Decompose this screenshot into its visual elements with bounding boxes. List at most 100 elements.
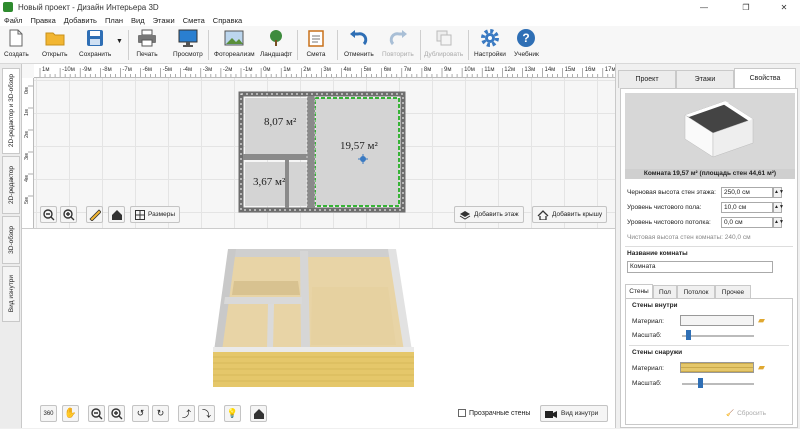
tilt-down-icon: ⤵ [201, 409, 211, 419]
properties-content: Комната 19,57 м² (площадь стен 44,61 м²)… [620, 88, 798, 428]
plan-grid[interactable]: 8,07 м² 19,57 м² 3,67 м² Размеры Добавит… [34, 78, 615, 228]
tab-2d-3d[interactable]: 2D-редактор и 3D-обзор [2, 68, 20, 154]
light-button[interactable]: 💡 [224, 405, 241, 422]
pan-button[interactable]: ✋ [62, 405, 79, 422]
tab-project[interactable]: Проект [618, 70, 676, 88]
inside-scale-slider[interactable] [682, 335, 754, 337]
divider [625, 246, 793, 247]
measure-button[interactable] [86, 206, 103, 223]
tab-properties[interactable]: Свойства [734, 68, 796, 88]
home-3d-button[interactable] [250, 405, 267, 422]
tab-floors[interactable]: Этажи [676, 70, 734, 88]
ruler-label: 7м [404, 67, 411, 73]
ceiling-level-stepper[interactable]: ▲▼ [773, 217, 784, 228]
zoom-in-3d-button[interactable] [108, 405, 125, 422]
broom-icon: 🧹 [726, 410, 735, 417]
save-button[interactable]: Сохранить [79, 28, 111, 62]
ruler-label: 3м [323, 67, 330, 73]
ruler-label: 1м [283, 67, 290, 73]
landscape-button[interactable]: Ландшафт [260, 28, 292, 62]
subtab-other[interactable]: Прочее [715, 285, 751, 298]
menu-help[interactable]: Справка [209, 16, 246, 25]
ruler-label: -2м [223, 67, 232, 73]
minimize-button[interactable]: — [690, 0, 718, 14]
menu-plan[interactable]: План [101, 16, 127, 25]
menu-floors[interactable]: Этажи [149, 16, 179, 25]
subtab-floor[interactable]: Пол [653, 285, 677, 298]
menu-edit[interactable]: Правка [26, 16, 59, 25]
estimate-button[interactable]: Смета [305, 28, 327, 62]
inside-view-button[interactable]: Вид изнутри [540, 405, 608, 422]
tilt-up-button[interactable]: ⤴ [178, 405, 195, 422]
menu-estimate[interactable]: Смета [179, 16, 209, 25]
menu-add[interactable]: Добавить [60, 16, 101, 25]
wall-height-input[interactable]: 250,0 см [721, 187, 773, 198]
home-button[interactable] [108, 206, 125, 223]
tab-3d-view[interactable]: 3D-обзор [2, 216, 20, 264]
folder-icon[interactable]: ▰ [758, 315, 765, 326]
outside-material-swatch[interactable] [680, 362, 754, 373]
vertical-ruler: 0м 1м 2м 3м 4м 5м [22, 78, 34, 228]
ceiling-level-input[interactable]: 0,0 см [721, 217, 773, 228]
reset-button[interactable]: 🧹 Сбросить [726, 409, 766, 418]
rotate-360-button[interactable]: 360 [40, 405, 57, 422]
undo-button[interactable]: Отменить [344, 28, 374, 62]
duplicate-button[interactable]: Дублировать [424, 28, 463, 62]
transparent-walls-option[interactable]: Прозрачные стены [458, 409, 530, 417]
zoom-in-icon [62, 208, 74, 220]
zoom-out-icon [90, 407, 102, 419]
toolbar-separator [297, 30, 298, 60]
menu-file[interactable]: Файл [0, 16, 26, 25]
help-question-icon: ? [515, 28, 537, 48]
maximize-button[interactable]: ❐ [732, 0, 760, 14]
open-button[interactable]: Открыть [42, 28, 68, 62]
outside-scale-thumb[interactable] [698, 378, 703, 388]
settings-button[interactable]: Настройки [474, 28, 506, 62]
layers-icon [459, 210, 471, 220]
menu-view[interactable]: Вид [127, 16, 149, 25]
folder-icon[interactable]: ▰ [758, 362, 765, 373]
wall-height-stepper[interactable]: ▲▼ [773, 187, 784, 198]
photorealism-button[interactable]: Фотореализм [214, 28, 255, 62]
subtab-ceiling[interactable]: Потолок [677, 285, 715, 298]
floor-level-input[interactable]: 10,0 см [721, 202, 773, 213]
rotate-right-button[interactable]: ↻ [152, 405, 169, 422]
zoom-in-button[interactable] [60, 206, 77, 223]
outside-scale-slider[interactable] [682, 383, 754, 385]
room-name-input[interactable]: Комната [627, 261, 773, 273]
redo-arrow-icon [387, 28, 409, 48]
zoom-out-icon [42, 208, 54, 220]
room-preview [625, 93, 795, 175]
walls-tab-content: Стены внутри Материал: ▰ Масштаб: Стены … [625, 298, 793, 425]
tab-2d-editor[interactable]: 2D-редактор [2, 156, 20, 214]
room-area-label: 3,67 м² [253, 176, 286, 188]
inside-scale-thumb[interactable] [686, 330, 691, 340]
zoom-out-button[interactable] [40, 206, 57, 223]
sizes-button[interactable]: Размеры [130, 206, 181, 223]
room-name-label: Название комнаты [627, 250, 688, 257]
transparent-walls-checkbox[interactable] [458, 409, 466, 417]
toolbar-separator [468, 30, 469, 60]
close-button[interactable]: ✕ [770, 0, 798, 14]
zoom-out-3d-button[interactable] [88, 405, 105, 422]
plan-editor[interactable]: 1м -10м -9м -8м -7м -6м -5м -4м -3м -2м -1м 0м 1м 2м 3… [22, 64, 615, 228]
add-floor-button[interactable]: Добавить этаж [454, 206, 524, 223]
tilt-down-button[interactable]: ⤵ [198, 405, 215, 422]
preview-button[interactable]: Просмотр [173, 28, 203, 62]
rotate-left-button[interactable]: ↺ [132, 405, 149, 422]
print-button[interactable]: Печать [136, 28, 158, 62]
create-button[interactable]: Создать [4, 28, 29, 62]
tab-inside-view[interactable]: Вид изнутри [2, 266, 20, 322]
subtab-walls[interactable]: Стены [625, 284, 653, 298]
tutorial-button[interactable]: ? Учебник [514, 28, 539, 62]
redo-button[interactable]: Повторить [382, 28, 414, 62]
ruler-label: 4м [24, 175, 30, 182]
walls-inside-heading: Стены внутри [632, 302, 678, 309]
inside-material-swatch[interactable] [680, 315, 754, 326]
3d-view[interactable]: 360 ✋ ↺ ↻ ⤴ ⤵ 💡 Прозрачные стены Вид изн… [22, 228, 615, 428]
material-tabs: Стены Пол Потолок Прочее Стены внутри Ма… [625, 284, 793, 425]
add-roof-button[interactable]: Добавить крышу [532, 206, 608, 223]
ruler-label: 12м [504, 67, 515, 73]
floor-level-stepper[interactable]: ▲▼ [773, 202, 784, 213]
field-label: Уровень чистового пола: [627, 204, 702, 211]
